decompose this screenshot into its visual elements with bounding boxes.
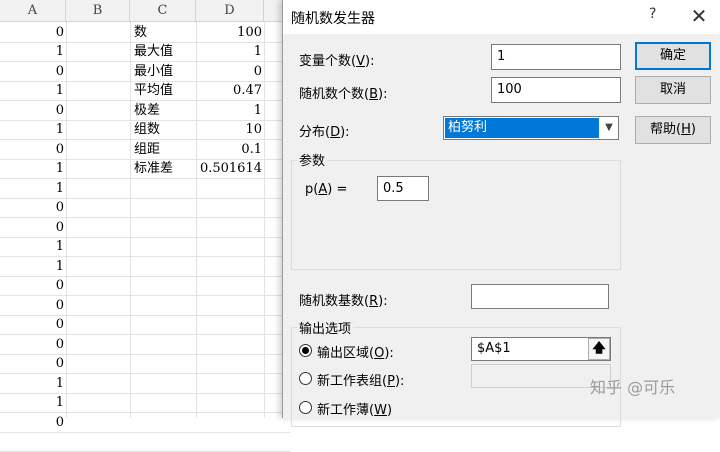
spreadsheet: A B C D 0 1 0 1 0 1 0 1 1 0 0 1 1 0 0 0 0 0 1 1 0 数 100 最大值 1 最小值… bbox=[0, 0, 290, 452]
cell-a[interactable]: 0 bbox=[0, 101, 66, 120]
variables-input[interactable]: 1 bbox=[491, 44, 621, 70]
ok-button[interactable]: 确定 bbox=[635, 42, 711, 70]
stat-value-cell[interactable]: 1 bbox=[196, 101, 264, 120]
help-icon[interactable]: ? bbox=[649, 6, 656, 22]
column-header-b[interactable]: B bbox=[66, 0, 130, 22]
parameters-group-label: 参数 bbox=[297, 150, 328, 169]
stat-value-cell[interactable]: 1 bbox=[196, 42, 264, 61]
dialog-title: 随机数发生器 bbox=[291, 11, 375, 27]
cell-a[interactable]: 1 bbox=[0, 159, 66, 178]
stat-label-cell[interactable]: 最小值 bbox=[130, 62, 196, 81]
count-label: 随机数个数(B): bbox=[299, 87, 388, 102]
output-options-label: 输出选项 bbox=[297, 318, 354, 337]
cell-a[interactable]: 1 bbox=[0, 81, 66, 100]
stat-value-cell[interactable]: 0.501614 bbox=[196, 159, 264, 178]
cell-a[interactable]: 0 bbox=[0, 62, 66, 81]
cell-a[interactable]: 1 bbox=[0, 237, 66, 256]
distribution-value: 柏努利 bbox=[445, 118, 599, 138]
distribution-select[interactable]: 柏努利 ▼ bbox=[443, 116, 619, 140]
new-workbook-radio[interactable] bbox=[299, 401, 312, 414]
stat-label-cell[interactable]: 组数 bbox=[130, 120, 196, 139]
cancel-button[interactable]: 取消 bbox=[635, 76, 711, 104]
stat-label-cell[interactable]: 最大值 bbox=[130, 42, 196, 61]
random-number-generator-dialog: 随机数发生器 ? ✕ 变量个数(V): 1 随机数个数(B): 100 分布(D… bbox=[282, 0, 720, 427]
cell-a[interactable]: 1 bbox=[0, 374, 66, 393]
output-range-label: 输出区域(O): bbox=[317, 346, 394, 361]
gridline bbox=[0, 431, 290, 433]
cell-a[interactable]: 1 bbox=[0, 393, 66, 412]
p-label: p(A) = bbox=[305, 182, 348, 197]
count-input[interactable]: 100 bbox=[491, 77, 621, 103]
distribution-label: 分布(D): bbox=[299, 125, 350, 140]
new-sheet-label: 新工作表组(P): bbox=[317, 374, 405, 389]
stat-label-cell[interactable]: 组距 bbox=[130, 140, 196, 159]
seed-label: 随机数基数(R): bbox=[299, 294, 388, 309]
column-header-d[interactable]: D bbox=[196, 0, 264, 22]
title-bar: 随机数发生器 ? ✕ bbox=[283, 0, 720, 34]
new-workbook-label: 新工作薄(W) bbox=[317, 403, 393, 418]
stat-label-cell[interactable]: 数 bbox=[130, 23, 196, 42]
help-button[interactable]: 帮助(H) bbox=[635, 116, 711, 144]
cell-a[interactable]: 0 bbox=[0, 335, 66, 354]
cell-a[interactable]: 0 bbox=[0, 413, 66, 432]
column-headers: A B C D bbox=[0, 0, 290, 22]
stat-label-cell[interactable]: 极差 bbox=[130, 101, 196, 120]
close-icon[interactable]: ✕ bbox=[687, 4, 711, 28]
watermark: 知乎 @可乐 bbox=[590, 378, 676, 397]
cell-a[interactable]: 0 bbox=[0, 315, 66, 334]
cell-a[interactable]: 0 bbox=[0, 354, 66, 373]
cell-a[interactable]: 1 bbox=[0, 42, 66, 61]
cell-a[interactable]: 0 bbox=[0, 296, 66, 315]
cell-a[interactable]: 0 bbox=[0, 140, 66, 159]
stat-value-cell[interactable]: 0.47 bbox=[196, 81, 264, 100]
cell-a[interactable]: 1 bbox=[0, 120, 66, 139]
cell-a[interactable]: 1 bbox=[0, 179, 66, 198]
output-range-radio[interactable] bbox=[299, 344, 312, 357]
stat-value-cell[interactable]: 0 bbox=[196, 62, 264, 81]
column-header-a[interactable]: A bbox=[0, 0, 66, 22]
seed-input[interactable] bbox=[471, 284, 609, 309]
parameters-group bbox=[291, 160, 621, 270]
variables-label: 变量个数(V): bbox=[299, 54, 375, 69]
new-sheet-radio[interactable] bbox=[299, 372, 312, 385]
stat-value-cell[interactable]: 100 bbox=[196, 23, 264, 42]
stat-label-cell[interactable]: 标准差 bbox=[130, 159, 196, 178]
collapse-dialog-icon[interactable]: 🡅 bbox=[588, 338, 610, 360]
stat-value-cell[interactable]: 10 bbox=[196, 120, 264, 139]
cell-a[interactable]: 0 bbox=[0, 23, 66, 42]
cell-a[interactable]: 0 bbox=[0, 218, 66, 237]
p-input[interactable]: 0.5 bbox=[377, 176, 429, 201]
cell-a[interactable]: 1 bbox=[0, 257, 66, 276]
stat-value-cell[interactable]: 0.1 bbox=[196, 140, 264, 159]
stat-label-cell[interactable]: 平均值 bbox=[130, 81, 196, 100]
cell-a[interactable]: 0 bbox=[0, 276, 66, 295]
chevron-down-icon[interactable]: ▼ bbox=[600, 117, 618, 139]
column-header-c[interactable]: C bbox=[130, 0, 196, 22]
cell-a[interactable]: 0 bbox=[0, 198, 66, 217]
